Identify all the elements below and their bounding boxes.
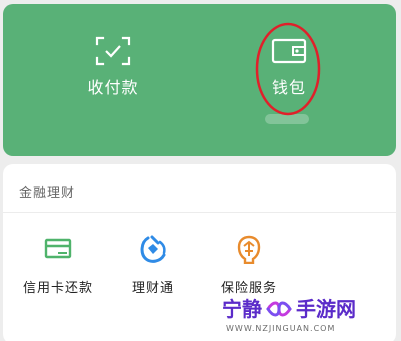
wealth-icon <box>140 235 166 263</box>
insurance-button[interactable]: 保险服务 <box>199 234 299 296</box>
wallet-label: 钱包 <box>271 78 306 97</box>
wealth-button[interactable]: 理财通 <box>103 234 203 296</box>
finance-card: 金融理财 信用卡还款 理财通 保险服务 <box>3 164 396 341</box>
credit-card-icon <box>44 238 72 259</box>
credit-card-repay-button[interactable]: 信用卡还款 <box>8 234 108 296</box>
payment-card: 收付款 钱包 <box>3 4 396 156</box>
insurance-icon <box>237 235 261 264</box>
pay-receive-label: 收付款 <box>87 78 139 97</box>
wallet-icon <box>271 38 307 64</box>
section-divider <box>3 212 396 213</box>
wallet-button[interactable]: 钱包 <box>229 34 349 114</box>
finance-section-title: 金融理财 <box>19 186 76 201</box>
pay-receive-button[interactable]: 收付款 <box>53 34 173 114</box>
insurance-label: 保险服务 <box>220 281 277 296</box>
blur-spot <box>265 114 309 124</box>
credit-card-repay-label: 信用卡还款 <box>22 281 93 296</box>
scan-check-icon <box>95 36 131 66</box>
wechat-pay-page: 收付款 钱包 金融理财 信用卡还款 理财通 保险服务 宁静 手游网 WWW.NZ… <box>0 0 401 341</box>
wealth-label: 理财通 <box>131 281 174 296</box>
